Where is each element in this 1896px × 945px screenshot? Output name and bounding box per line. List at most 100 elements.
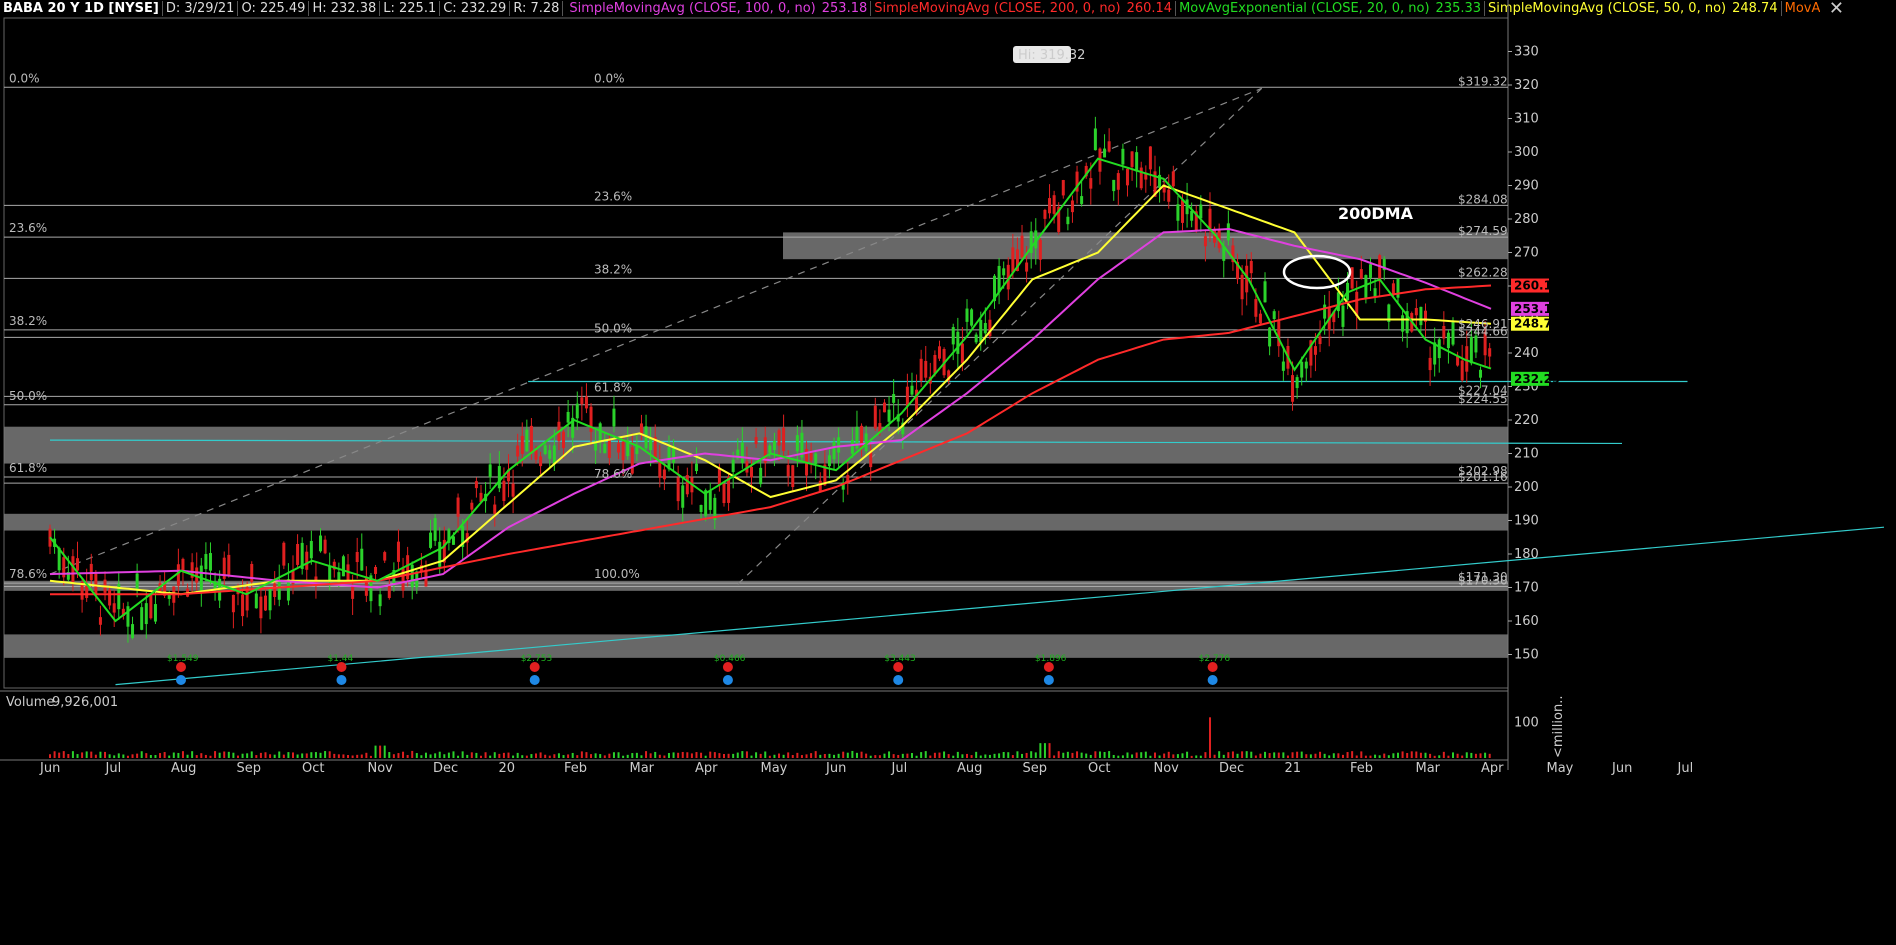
candle-body	[1419, 306, 1423, 326]
series-line	[49, 157, 1492, 623]
volume-bar	[81, 752, 84, 758]
volume-bar	[429, 754, 432, 758]
volume-bar	[525, 755, 528, 758]
volume-bar	[191, 751, 194, 758]
candle-body	[383, 552, 387, 561]
volume-bar	[1021, 753, 1024, 758]
volume-bar	[1149, 755, 1152, 758]
series-line	[49, 227, 1492, 589]
volume-bar	[516, 752, 519, 758]
volume-bar	[337, 754, 340, 758]
candle-body	[401, 568, 405, 591]
candle-body	[873, 405, 877, 429]
candle-body	[685, 475, 689, 495]
candle-body	[355, 551, 359, 563]
time-tick-label: Apr	[695, 761, 718, 776]
volume-bar	[1300, 751, 1303, 758]
volume-bar	[1433, 755, 1436, 758]
volume-bar	[943, 751, 946, 758]
volume-bar	[369, 755, 372, 758]
volume-bar	[1181, 753, 1184, 758]
volume-bar	[342, 754, 345, 758]
volume-bar	[1319, 751, 1322, 758]
time-tick-label: Aug	[171, 761, 196, 776]
candle-body	[378, 594, 382, 607]
candle-body	[965, 308, 969, 322]
candle-body	[1258, 313, 1262, 324]
candle-body	[525, 429, 529, 452]
fib-label-left: 23.6%	[9, 221, 47, 235]
volume-bar	[571, 752, 574, 758]
volume-bar	[420, 755, 423, 758]
candle-body	[94, 573, 98, 594]
candle-body	[374, 566, 378, 574]
volume-bar	[787, 752, 790, 758]
volume-bar	[145, 753, 148, 758]
candle-body	[1364, 275, 1368, 299]
candle-body	[231, 594, 235, 613]
fib-label-mid: 50.0%	[594, 321, 632, 335]
volume-bar	[704, 755, 707, 758]
volume-bar	[1424, 752, 1427, 758]
volume-bar	[1305, 754, 1308, 758]
trend-line	[49, 87, 1262, 575]
volume-bar	[94, 754, 97, 758]
candle-body	[323, 539, 327, 554]
candle-body	[956, 331, 960, 354]
fib-price-label: $284.08	[1458, 192, 1508, 206]
volume-bar	[883, 753, 886, 758]
volume-bar	[301, 753, 304, 758]
volume-bar	[149, 755, 152, 758]
volume-bar	[1465, 752, 1468, 758]
volume-bar	[700, 752, 703, 758]
volume-bar	[539, 752, 542, 758]
price-tick-label: 180	[1514, 547, 1539, 562]
volume-bar	[998, 753, 1001, 758]
volume-bar	[186, 754, 189, 758]
volume-bar	[1323, 753, 1326, 758]
price-chart: 0.0% 23.6% 38.2% 50.0% 61.8% 78.6% 0.0% 23.6% 38…	[0, 0, 1885, 776]
fib-price-label: $319.32	[1458, 74, 1508, 88]
candle-body	[1121, 148, 1125, 165]
volume-bar	[791, 755, 794, 758]
candle-body	[543, 445, 547, 455]
candle-body	[1130, 151, 1134, 167]
volume-bar	[1360, 751, 1363, 758]
fib-price-label: $224.55	[1458, 392, 1508, 406]
volume-bar	[1190, 755, 1193, 758]
candle-body	[809, 452, 813, 461]
candle-body	[227, 554, 231, 575]
candle-body	[777, 430, 781, 446]
volume-bar	[842, 751, 845, 758]
volume-bar	[484, 752, 487, 758]
price-tick-label: 200	[1514, 480, 1539, 495]
time-tick-label: Nov	[1154, 761, 1180, 776]
candle-body	[511, 483, 515, 497]
volume-bar	[324, 751, 327, 758]
candle-body	[263, 595, 267, 611]
volume-bar	[1080, 752, 1083, 758]
volume-bar	[1002, 751, 1005, 758]
volume-bar	[521, 755, 524, 758]
volume-bar	[1117, 755, 1120, 758]
candle-body	[493, 504, 497, 514]
volume-bar	[782, 754, 785, 758]
volume-bar	[800, 755, 803, 758]
volume-bar	[383, 745, 386, 758]
volume-bar	[736, 752, 739, 758]
candle-body	[548, 450, 552, 459]
volume-bar	[1076, 751, 1079, 758]
volume-bar	[745, 751, 748, 758]
high-marker-label: Hi: 319.32	[1018, 48, 1085, 63]
price-tick-label: 240	[1514, 346, 1539, 361]
trend-line	[737, 87, 1263, 585]
volume-bar	[1488, 753, 1491, 758]
candle-body	[1061, 180, 1065, 196]
time-tick-label: Jul	[891, 761, 908, 776]
candle-body	[144, 603, 148, 625]
volume-bar	[1470, 752, 1473, 758]
candle-body	[296, 543, 300, 565]
volume-bar	[402, 751, 405, 758]
volume-bar	[1025, 752, 1028, 758]
fib-label-left: 50.0%	[9, 389, 47, 403]
